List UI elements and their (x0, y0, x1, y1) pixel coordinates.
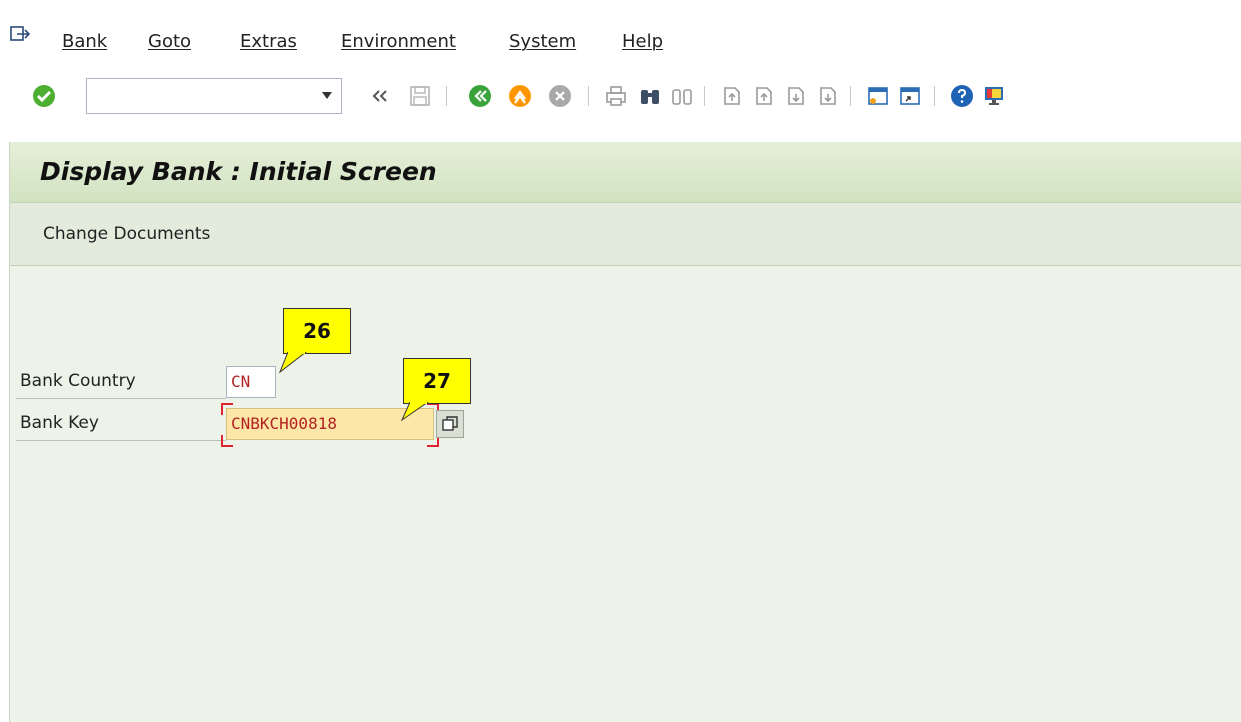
search-help-icon (442, 416, 458, 431)
cancel-icon[interactable] (548, 84, 572, 108)
toolbar-separator (446, 86, 447, 106)
search-help-button[interactable] (436, 410, 464, 438)
toolbar-separator (704, 86, 705, 106)
bank-country-input[interactable]: CN (226, 366, 276, 398)
previous-page-icon[interactable] (752, 84, 776, 108)
callout-pointer (400, 402, 429, 422)
change-documents-button[interactable]: Change Documents (43, 224, 210, 244)
page-title: Display Bank : Initial Screen (40, 157, 437, 186)
menu-help[interactable]: Help (622, 31, 663, 52)
create-session-icon[interactable] (866, 84, 890, 108)
bank-country-label: Bank Country (20, 371, 136, 391)
chevron-down-icon[interactable] (322, 92, 332, 99)
back-double-chevron-icon[interactable] (368, 84, 392, 108)
shortcut-icon[interactable] (898, 84, 922, 108)
next-page-icon[interactable] (784, 84, 808, 108)
callout-27: 27 (403, 358, 471, 404)
bank-key-label: Bank Key (20, 413, 99, 433)
print-icon[interactable] (604, 84, 628, 108)
menu-system[interactable]: System (509, 31, 576, 52)
menu-environment[interactable]: Environment (341, 31, 456, 52)
label-underline (16, 398, 226, 399)
enter-check-icon[interactable] (32, 84, 56, 108)
menu-extras[interactable]: Extras (240, 31, 297, 52)
toolbar-separator (850, 86, 851, 106)
focus-corner (221, 403, 233, 415)
last-page-icon[interactable] (816, 84, 840, 108)
find-next-icon[interactable] (670, 84, 694, 108)
label-underline (16, 440, 226, 441)
command-field[interactable] (86, 78, 342, 114)
help-icon[interactable] (950, 84, 974, 108)
first-page-icon[interactable] (720, 84, 744, 108)
callout-26: 26 (283, 308, 351, 354)
menu-goto[interactable]: Goto (148, 31, 191, 52)
find-icon[interactable] (638, 84, 662, 108)
menu-bank[interactable]: Bank (62, 31, 107, 52)
back-icon[interactable] (468, 84, 492, 108)
exit-icon[interactable] (508, 84, 532, 108)
toolbar-separator (934, 86, 935, 106)
callout-pointer (278, 352, 307, 374)
toolbar-separator (588, 86, 589, 106)
menu-exit-icon[interactable] (10, 26, 30, 42)
save-icon[interactable] (408, 84, 432, 108)
customize-layout-icon[interactable] (982, 84, 1006, 108)
focus-corner (221, 435, 233, 447)
